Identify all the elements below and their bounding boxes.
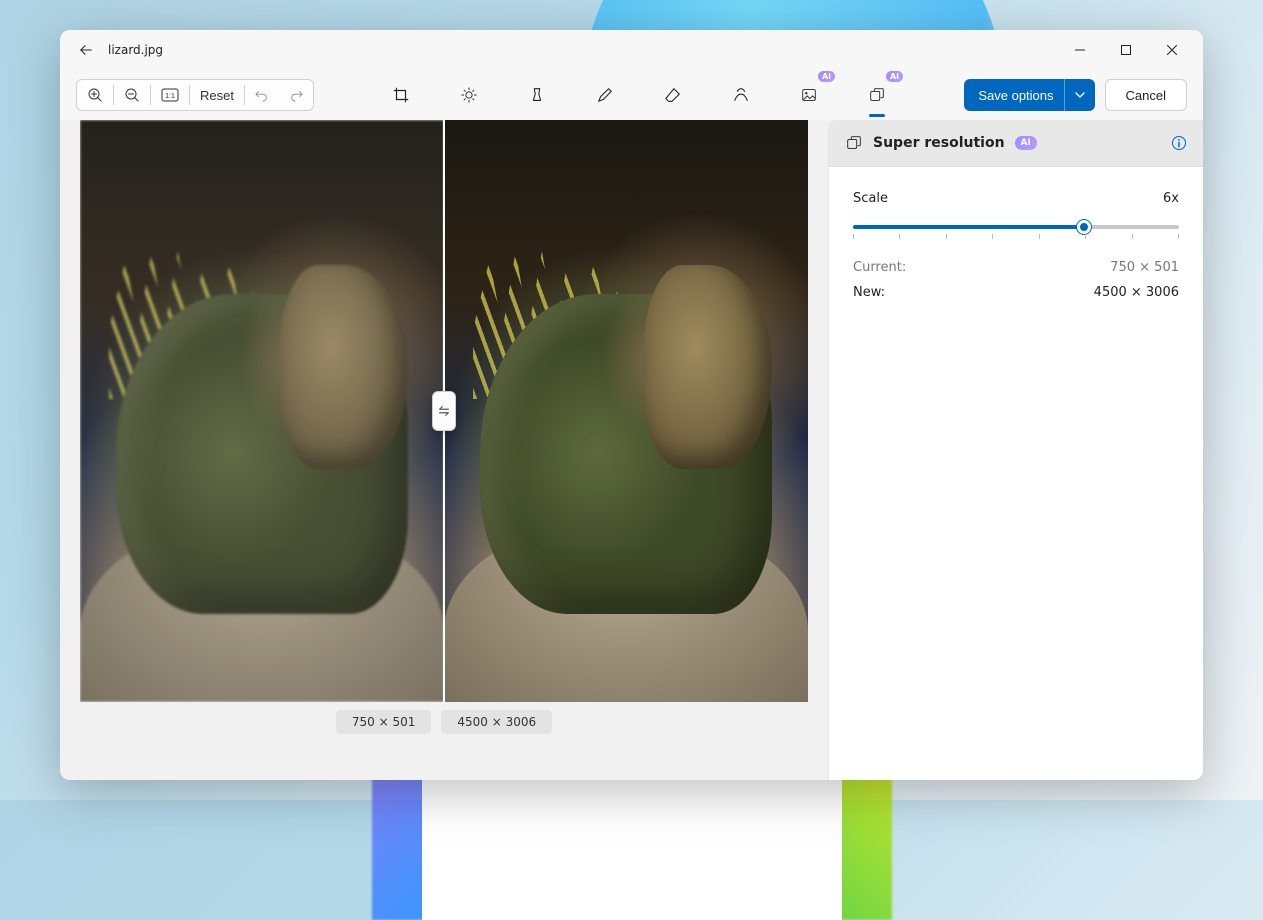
scale-label: Scale (853, 191, 888, 206)
image-sparkle-icon (800, 86, 818, 104)
zoom-in-icon (87, 87, 103, 103)
scale-value: 6x (1163, 191, 1179, 206)
image-editor-area: 750 × 501 4500 × 3006 (60, 120, 828, 780)
zoom-in-button[interactable] (77, 80, 113, 110)
background-blur-icon (732, 86, 750, 104)
pencil-icon (596, 86, 614, 104)
zoom-out-icon (124, 87, 140, 103)
zoom-out-button[interactable] (114, 80, 150, 110)
current-row: Current: 750 × 501 (853, 260, 1179, 275)
save-options-label: Save options (978, 88, 1053, 103)
ai-badge: AI (818, 71, 835, 82)
save-options-button[interactable]: Save options (964, 79, 1094, 111)
filter-icon (528, 86, 546, 104)
ai-badge: AI (886, 71, 903, 82)
side-panel: Super resolution AI Scale 6x (828, 120, 1203, 780)
current-value: 750 × 501 (1110, 260, 1179, 275)
window-close-button[interactable] (1149, 34, 1195, 66)
ai-badge: AI (1015, 136, 1037, 150)
brightness-icon (460, 86, 478, 104)
current-label: Current: (853, 260, 906, 275)
markup-tool-button[interactable] (585, 75, 625, 115)
slider-thumb[interactable] (1077, 220, 1091, 234)
redo-icon (289, 88, 303, 102)
info-button[interactable] (1171, 135, 1187, 151)
new-value: 4500 × 3006 (1094, 285, 1179, 300)
background-tool-button[interactable] (721, 75, 761, 115)
generative-erase-button[interactable]: AI (789, 75, 829, 115)
redo-button[interactable] (279, 80, 313, 110)
toolbar: 1:1 Reset (60, 70, 1203, 120)
titlebar: lizard.jpg (60, 30, 1203, 70)
new-row: New: 4500 × 3006 (853, 285, 1179, 300)
new-label: New: (853, 285, 885, 300)
image-wrap: 750 × 501 4500 × 3006 (80, 120, 808, 734)
back-button[interactable] (68, 32, 104, 68)
zoom-tool-group: 1:1 Reset (76, 79, 314, 111)
super-resolution-button[interactable]: AI (857, 75, 897, 115)
filename-label: lizard.jpg (108, 43, 163, 57)
crop-icon (392, 86, 410, 104)
filter-tool-button[interactable] (517, 75, 557, 115)
eraser-icon (664, 86, 682, 104)
minimize-icon (1075, 45, 1085, 55)
panel-header: Super resolution AI (829, 120, 1203, 167)
swap-horizontal-icon (437, 404, 451, 418)
content-area: 750 × 501 4500 × 3006 Super resolution A… (60, 120, 1203, 780)
scale-row: Scale 6x (853, 191, 1179, 206)
image-after (444, 120, 808, 702)
image-compare-view[interactable] (80, 120, 808, 702)
erase-tool-button[interactable] (653, 75, 693, 115)
svg-text:1:1: 1:1 (165, 93, 175, 100)
arrow-left-icon (79, 43, 93, 57)
panel-title: Super resolution (873, 135, 1005, 151)
chevron-down-icon (1064, 79, 1085, 111)
adjust-tool-button[interactable] (449, 75, 489, 115)
image-before (80, 120, 444, 702)
upscale-icon (845, 134, 863, 152)
info-icon (1171, 135, 1187, 151)
after-dimension-label: 4500 × 3006 (441, 710, 552, 734)
slider-ticks (853, 234, 1179, 239)
compare-handle[interactable] (432, 391, 456, 431)
upscale-icon (868, 86, 886, 104)
crop-tool-button[interactable] (381, 75, 421, 115)
maximize-icon (1121, 45, 1131, 55)
scale-slider[interactable] (853, 216, 1179, 240)
fit-icon: 1:1 (161, 88, 179, 102)
app-window: lizard.jpg 1:1 Reset (60, 30, 1203, 780)
undo-icon (255, 88, 269, 102)
reset-button[interactable]: Reset (190, 80, 244, 110)
dimension-labels: 750 × 501 4500 × 3006 (80, 710, 808, 734)
cancel-button[interactable]: Cancel (1105, 79, 1187, 111)
before-dimension-label: 750 × 501 (336, 710, 432, 734)
toolbar-actions: Save options Cancel (964, 79, 1187, 111)
panel-body: Scale 6x Current: 750 × 501 New: 4500 × … (829, 167, 1203, 334)
undo-button[interactable] (245, 80, 279, 110)
edit-tools: AI AI (314, 75, 964, 115)
close-icon (1167, 45, 1177, 55)
window-maximize-button[interactable] (1103, 34, 1149, 66)
zoom-fit-button[interactable]: 1:1 (151, 80, 189, 110)
window-minimize-button[interactable] (1057, 34, 1103, 66)
